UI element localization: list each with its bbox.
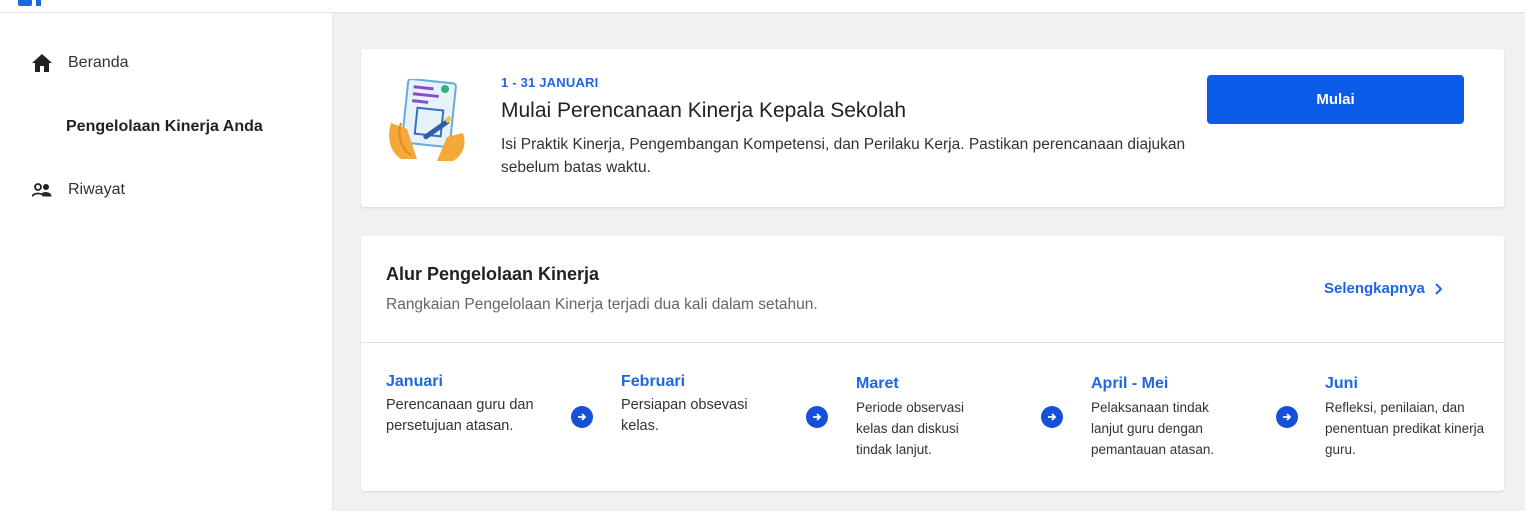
- step-description: Periode observasi kelas dan diskusi tind…: [856, 400, 965, 457]
- flow-step-maret: Maret Periode observasi kelas dan diskus…: [856, 375, 1016, 460]
- home-icon: [32, 53, 52, 73]
- banner-title: Mulai Perencanaan Kinerja Kepala Sekolah: [501, 99, 907, 122]
- arrow-right-icon: [806, 406, 828, 428]
- sidebar-item-label: Pengelolaan Kinerja Anda: [66, 118, 263, 135]
- sidebar-item-label: Beranda: [68, 54, 129, 71]
- arrow-right-icon: [1276, 406, 1298, 428]
- sidebar: Beranda Pengelolaan Kinerja Anda Riwayat: [0, 13, 333, 511]
- flow-step-juni: Juni Refleksi, penilaian, dan penentuan …: [1325, 375, 1485, 460]
- sidebar-item-label: Riwayat: [68, 181, 125, 198]
- arrow-right-icon: [571, 406, 593, 428]
- clipboard-illustration: [389, 79, 465, 161]
- flow-subtitle: Rangkaian Pengelolaan Kinerja terjadi du…: [386, 296, 818, 313]
- sidebar-item-beranda[interactable]: Beranda: [32, 51, 129, 75]
- sidebar-item-pengelolaan-kinerja[interactable]: Pengelolaan Kinerja Anda: [66, 115, 263, 139]
- step-month: Juni: [1325, 375, 1358, 392]
- performance-flow-card: Alur Pengelolaan Kinerja Rangkaian Penge…: [361, 236, 1504, 491]
- step-month: Maret: [856, 375, 899, 392]
- step-month: Januari: [386, 373, 443, 390]
- arrow-right-icon: [1041, 406, 1063, 428]
- planning-banner-card: 1 - 31 JANUARI Mulai Perencanaan Kinerja…: [361, 49, 1504, 207]
- flow-step-april-mei: April - Mei Pelaksanaan tindak lanjut gu…: [1091, 375, 1251, 460]
- see-more-link[interactable]: Selengkapnya: [1324, 280, 1445, 297]
- chevron-right-icon: [1435, 282, 1443, 295]
- date-range-label: 1 - 31 JANUARI: [501, 75, 599, 90]
- flow-step-januari: Januari Perencanaan guru dan persetujuan…: [386, 373, 546, 437]
- step-month: Februari: [621, 373, 686, 390]
- step-description: Perencanaan guru dan persetujuan atasan.: [386, 397, 534, 434]
- step-month: April - Mei: [1091, 375, 1169, 392]
- flow-title: Alur Pengelolaan Kinerja: [386, 264, 600, 284]
- app-logo: [18, 0, 41, 6]
- top-bar: [0, 0, 1525, 13]
- divider: [361, 342, 1504, 343]
- sidebar-item-riwayat[interactable]: Riwayat: [32, 178, 125, 202]
- flow-step-februari: Februari Persiapan obsevasi kelas.: [621, 373, 781, 437]
- banner-description: Isi Praktik Kinerja, Pengembangan Kompet…: [501, 136, 1186, 176]
- step-description: Refleksi, penilaian, dan penentuan predi…: [1325, 400, 1485, 457]
- see-more-label: Selengkapnya: [1324, 280, 1425, 297]
- people-icon: [32, 180, 52, 200]
- step-description: Pelaksanaan tindak lanjut guru dengan pe…: [1091, 400, 1215, 457]
- step-description: Persiapan obsevasi kelas.: [621, 397, 748, 434]
- mulai-button[interactable]: Mulai: [1207, 75, 1464, 124]
